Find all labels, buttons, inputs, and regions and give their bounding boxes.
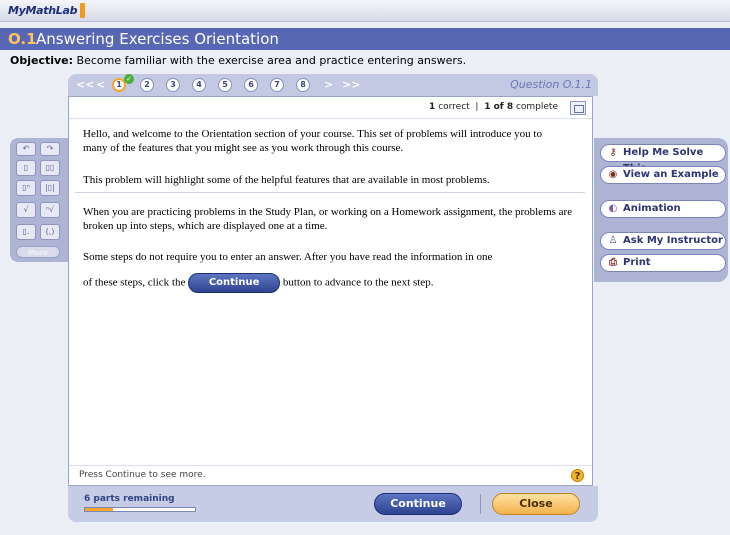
continue-paragraph: Some steps do not require you to enter a… bbox=[83, 251, 493, 263]
intro-paragraph: Hello, and welcome to the Orientation se… bbox=[83, 128, 542, 154]
continue-button[interactable]: Continue bbox=[374, 493, 462, 515]
objective-text: Become familiar with the exercise area a… bbox=[76, 54, 467, 67]
last-question-button[interactable]: >> bbox=[342, 78, 360, 91]
progress-bar bbox=[84, 507, 196, 512]
page-title: Answering Exercises Orientation bbox=[36, 30, 279, 48]
title-bar: O.1 Answering Exercises Orientation bbox=[0, 28, 730, 50]
question-label: Question O.1.1 bbox=[510, 78, 592, 91]
instruction-after: button to advance to the next step. bbox=[282, 276, 434, 289]
divider bbox=[75, 192, 585, 193]
parts-remaining: 6 parts remaining bbox=[84, 494, 175, 504]
undo-icon[interactable]: ↶ bbox=[16, 142, 36, 156]
correct-count: 1 bbox=[429, 102, 436, 112]
printer-icon: ⎙ bbox=[609, 257, 617, 268]
ask-instructor-label: Ask My Instructor bbox=[623, 235, 723, 246]
objective-label: Objective: bbox=[10, 54, 74, 67]
question-6-button[interactable]: 6 bbox=[244, 78, 258, 92]
help-icon[interactable]: ? bbox=[571, 469, 584, 482]
decimal-icon[interactable]: ▯. bbox=[16, 224, 36, 240]
print-label: Print bbox=[623, 257, 651, 268]
previous-question-button[interactable]: < bbox=[96, 78, 105, 91]
absolute-value-icon[interactable]: |▯| bbox=[40, 180, 60, 196]
nth-root-icon[interactable]: ⁿ√ bbox=[40, 202, 60, 218]
steps-paragraph: When you are practicing problems in the … bbox=[83, 206, 573, 232]
next-question-button[interactable]: > bbox=[324, 78, 333, 91]
score-status: 1 correct | 1 of 8 complete bbox=[429, 102, 558, 112]
question-8-button[interactable]: 8 bbox=[296, 78, 310, 92]
exercise-panel: 1 correct | 1 of 8 complete Hello, and w… bbox=[68, 96, 593, 486]
help-tools-panel: ⚷ Help Me Solve This ◉ View an Example ◐… bbox=[594, 138, 728, 282]
question-number: 1 bbox=[116, 80, 122, 89]
fraction-icon[interactable]: ▯ bbox=[16, 160, 36, 176]
footer-hint: Press Continue to see more. bbox=[79, 470, 206, 480]
question-7-button[interactable]: 7 bbox=[270, 78, 284, 92]
instruction-before: of these steps, click the bbox=[83, 276, 186, 289]
close-button[interactable]: Close bbox=[492, 493, 580, 515]
key-icon: ⚷ bbox=[609, 147, 617, 158]
person-icon: ♙ bbox=[608, 235, 618, 246]
animation-button[interactable]: ◐ Animation bbox=[600, 200, 726, 218]
question-navigation: << < 1 ✓ 2 3 4 5 6 7 8 > >> Question O.1… bbox=[68, 74, 598, 96]
logo-mark bbox=[80, 3, 85, 18]
question-5-button[interactable]: 5 bbox=[218, 78, 232, 92]
question-2-button[interactable]: 2 bbox=[140, 78, 154, 92]
question-1-button[interactable]: 1 ✓ bbox=[112, 74, 134, 92]
view-example-label: View an Example bbox=[623, 169, 719, 180]
inline-continue-button[interactable]: Continue bbox=[188, 273, 281, 293]
correct-label: correct bbox=[438, 102, 470, 112]
status-bar: 1 correct | 1 of 8 complete bbox=[69, 97, 592, 119]
binoculars-icon: ◉ bbox=[608, 169, 618, 180]
question-3-button[interactable]: 3 bbox=[166, 78, 180, 92]
top-bar: MyMathLab bbox=[0, 0, 730, 22]
question-4-button[interactable]: 4 bbox=[192, 78, 206, 92]
ask-instructor-button[interactable]: ♙ Ask My Instructor bbox=[600, 232, 726, 250]
more-tools-button[interactable]: More bbox=[16, 246, 60, 258]
progress-fill bbox=[85, 508, 113, 511]
section-number: O.1 bbox=[8, 30, 37, 48]
help-me-solve-button[interactable]: ⚷ Help Me Solve This bbox=[600, 144, 726, 174]
first-question-button[interactable]: << bbox=[76, 78, 94, 91]
objective: Objective: Become familiar with the exer… bbox=[10, 54, 466, 67]
ordered-pair-icon[interactable]: (,) bbox=[40, 224, 60, 240]
mixed-number-icon[interactable]: ▯▯ bbox=[40, 160, 60, 176]
check-icon: ✓ bbox=[124, 74, 134, 84]
app-logo: MyMathLab bbox=[8, 4, 78, 17]
complete-label: complete bbox=[515, 102, 558, 112]
animation-icon: ◐ bbox=[608, 203, 618, 214]
complete-count: 1 of 8 bbox=[484, 102, 514, 112]
button-separator bbox=[480, 494, 481, 514]
math-tool-palette: ↶ ↷ ▯ ▯▯ ▯ⁿ |▯| √ ⁿ√ ▯. (,) More bbox=[10, 138, 68, 262]
continue-instruction: of these steps, click the Continue butto… bbox=[83, 273, 583, 293]
print-button[interactable]: ⎙ Print bbox=[600, 254, 726, 272]
square-root-icon[interactable]: √ bbox=[16, 202, 36, 218]
expand-icon[interactable] bbox=[570, 101, 586, 115]
view-example-button[interactable]: ◉ View an Example bbox=[600, 166, 726, 184]
bottom-bar: 6 parts remaining Continue Close bbox=[68, 486, 598, 522]
animation-label: Animation bbox=[623, 203, 681, 214]
exponent-icon[interactable]: ▯ⁿ bbox=[16, 180, 36, 196]
features-paragraph: This problem will highlight some of the … bbox=[83, 174, 490, 186]
redo-icon[interactable]: ↷ bbox=[40, 142, 60, 156]
footer-divider bbox=[69, 465, 592, 466]
